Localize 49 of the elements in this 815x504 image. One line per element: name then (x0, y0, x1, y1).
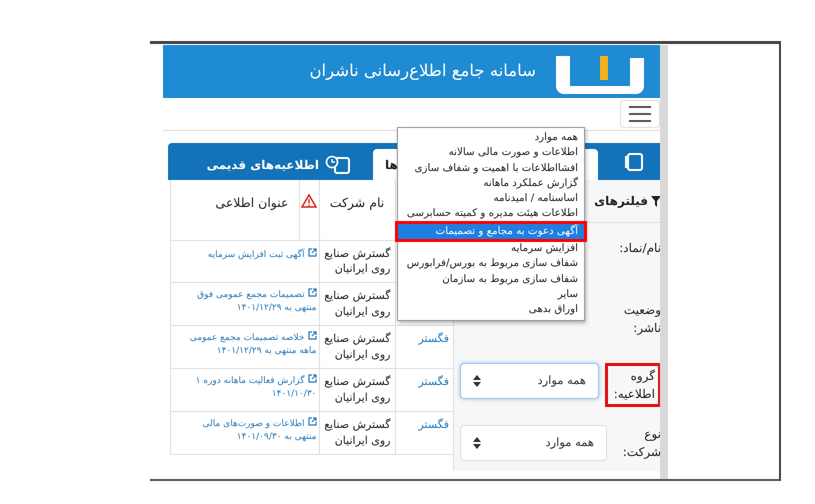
dropdown-option[interactable]: شفاف سازی مربوط به سازمان (398, 272, 584, 287)
dropdown-option[interactable]: اساسنامه / امیدنامه (398, 191, 584, 206)
external-link-icon (308, 288, 316, 298)
dropdown-option[interactable]: گزارش عملکرد ماهانه (398, 176, 584, 192)
book-icon (622, 152, 644, 172)
tab[interactable]: اطلاعیه‌های قدیمی (194, 149, 363, 180)
symbol-link[interactable]: فگستر (418, 375, 449, 388)
dropdown-option[interactable]: همه موارد (398, 130, 584, 146)
menu-button[interactable] (620, 100, 660, 128)
filter-heading: فیلترهای (594, 193, 648, 210)
select-field[interactable]: همه موارد (460, 363, 599, 399)
sort-arrows-icon (473, 375, 481, 387)
column-header: نام شرکت (330, 195, 384, 210)
field-label: وضعیت ناشر: (622, 302, 661, 337)
select-field[interactable]: همه موارد (460, 425, 607, 461)
company-cell: گسترش صنایع روی ایرانیان (324, 418, 390, 447)
column-header: عنوان اطلاعی (215, 195, 288, 210)
field-label: نام/نماد: (618, 240, 661, 257)
symbol-link[interactable]: فگستر (418, 418, 449, 431)
dropdown-option[interactable]: افشااطلاعات با اهمیت و شفاف سازی (398, 160, 584, 176)
sort-arrows-icon (473, 437, 481, 449)
dropdown-option[interactable]: اوراق بدهی (398, 302, 584, 318)
company-cell: گسترش صنایع روی ایرانیان (324, 246, 390, 276)
dropdown-option[interactable]: اطلاعات هیئت مدیره و کمیته حسابرسی (398, 206, 584, 222)
announcement-link[interactable]: اطلاعات و صورت‌های مالی منتهی به ۱۴۰۱/۰۹/۳۰ (202, 417, 316, 444)
external-link-icon (308, 331, 316, 340)
dropdown-option[interactable]: اطلاعات و صورت مالی سالانه (398, 145, 584, 161)
dropdown-option[interactable]: آگهی دعوت به مجامع و تصمیمات (398, 224, 584, 240)
field-label: گروه اطلاعیه: (605, 363, 661, 407)
company-cell: گسترش صنایع روی ایرانیان (324, 375, 390, 404)
symbol-link[interactable]: فگستر (418, 332, 449, 346)
external-link-icon (308, 417, 316, 426)
field-label: نوع شرکت: (622, 426, 661, 461)
dropdown-option[interactable]: سایر (398, 286, 584, 302)
clock-book-icon (325, 154, 351, 174)
external-link-icon (308, 374, 316, 384)
dropdown-option[interactable]: افزایش سرمایه (398, 241, 584, 256)
company-cell: گسترش صنایع روی ایرانیان (324, 289, 390, 318)
warning-icon (301, 194, 317, 208)
announcement-link[interactable]: خلاصه تصمیمات مجمع عمومی ماهه منتهی به ۱۴۰۱/۱۲/۲۹ (190, 331, 316, 358)
menu-icon (629, 106, 651, 122)
announcement-link[interactable]: گزارش فعالیت ماهانه دوره ۱ ۱۴۰۱/۱۰/۳۰ (196, 374, 316, 402)
announcement-link[interactable]: تصمیمات مجمع عمومی فوق منتهی به ۱۴۰۱/۱۲/۲۹ (197, 288, 316, 316)
company-cell: گسترش صنایع روی ایرانیان (324, 332, 390, 362)
announcement-link[interactable]: آگهی ثبت افزایش سرمایه (208, 248, 316, 262)
scrollbar[interactable] (660, 45, 668, 479)
site-title: سامانه جامع اطلاع‌رسانی ناشران (309, 60, 536, 82)
external-link-icon (308, 248, 316, 256)
dropdown-option[interactable]: شفاف سازی مربوط به بورس/فرابورس (398, 256, 584, 272)
